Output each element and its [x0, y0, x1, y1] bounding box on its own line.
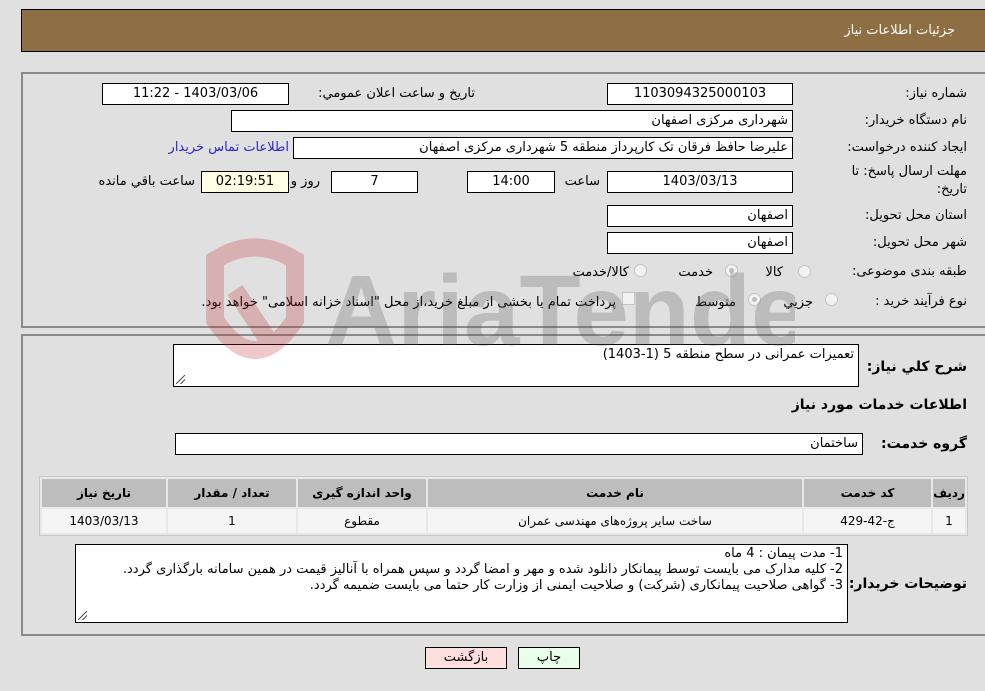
col-header-row-number: ردیف: [933, 479, 965, 507]
col-header-service-name: نام خدمت: [428, 479, 802, 507]
announce-label: تاریخ و ساعت اعلان عمومي:: [318, 86, 475, 101]
summary-label: شرح کلي نیاز:: [866, 359, 967, 375]
remaining-time-field: 02:19:51: [201, 171, 289, 193]
services-heading: اطلاعات خدمات مورد نیاز: [791, 397, 967, 413]
services-table: ردیف کد خدمت نام خدمت واحد اندازه گیری ت…: [39, 476, 968, 536]
buyer-contact-link[interactable]: اطلاعات تماس خریدار: [169, 140, 289, 155]
category-option-goods-service: کالا/خدمت: [572, 265, 629, 280]
cell-quantity: 1: [168, 509, 296, 533]
page-title: جزئیات اطلاعات نیاز: [844, 23, 955, 38]
buyer-note-3: 3- گواهی صلاحیت پیمانکاری (شرکت) و صلاحی…: [309, 578, 843, 593]
need-number-field: 1103094325000103: [607, 83, 793, 105]
province-field: اصفهان: [607, 205, 793, 227]
process-radio-minor[interactable]: [825, 293, 838, 306]
table-header-row: ردیف کد خدمت نام خدمت واحد اندازه گیری ت…: [42, 479, 965, 507]
province-label: استان محل تحویل:: [865, 208, 967, 223]
deadline-label-line2: تاریخ:: [936, 182, 967, 197]
process-option-medium: متوسط: [695, 295, 736, 310]
service-group-label: گروه خدمت:: [881, 436, 967, 452]
process-option-minor: جزيي: [783, 295, 813, 310]
deadline-date-field: 1403/03/13: [607, 171, 793, 193]
treasury-note: پرداخت تمام یا بخشی از مبلغ خرید،از محل …: [201, 295, 616, 310]
category-label: طبقه بندی موضوعی:: [851, 264, 967, 279]
city-field: اصفهان: [607, 232, 793, 254]
remaining-label: ساعت باقي مانده: [98, 174, 195, 189]
category-radio-goods[interactable]: [798, 265, 811, 278]
resize-handle-icon[interactable]: [78, 611, 87, 620]
cell-need-date: 1403/03/13: [42, 509, 166, 533]
summary-text: تعمیرات عمرانی در سطح منطقه 5 (1-1403): [602, 347, 854, 362]
creator-label: ایجاد کننده درخواست:: [847, 140, 967, 155]
col-header-need-date: تاریخ نیاز: [42, 479, 166, 507]
cell-row-number: 1: [933, 509, 965, 533]
process-radio-medium[interactable]: [748, 293, 761, 306]
buyer-notes-textarea[interactable]: 1- مدت پیمان : 4 ماه 2- کلیه مدارک می با…: [75, 544, 848, 623]
category-option-goods: کالا: [765, 265, 783, 280]
days-remaining-field: 7: [331, 171, 418, 193]
category-radio-service[interactable]: [725, 264, 738, 277]
city-label: شهر محل تحویل:: [872, 235, 967, 250]
cell-unit: مقطوع: [298, 509, 426, 533]
buyer-notes-label: توضیحات خریدار:: [848, 576, 967, 592]
print-button[interactable]: چاپ: [518, 647, 580, 669]
page-header: جزئیات اطلاعات نیاز: [21, 9, 985, 52]
buyer-note-2: 2- کلیه مدارک می بایست توسط پیمانکار دان…: [122, 562, 843, 577]
deadline-label-line1: مهلت ارسال پاسخ: تا: [851, 164, 967, 179]
col-header-service-code: کد خدمت: [804, 479, 931, 507]
buyer-note-1: 1- مدت پیمان : 4 ماه: [724, 546, 843, 561]
table-row: 1 ج-42-429 ساخت سایر پروژه‌های مهندسی عم…: [42, 509, 965, 533]
deadline-time-field: 14:00: [467, 171, 555, 193]
announce-datetime-field: 1403/03/06 - 11:22: [102, 83, 289, 105]
category-radio-goods-service[interactable]: [634, 264, 647, 277]
cell-service-name: ساخت سایر پروژه‌های مهندسی عمران: [428, 509, 802, 533]
creator-field: علیرضا حافظ فرقان تک کارپرداز منطقه 5 شه…: [293, 137, 793, 159]
category-option-service: خدمت: [678, 265, 713, 280]
buyer-org-label: نام دستگاه خریدار:: [864, 113, 967, 128]
treasury-checkbox[interactable]: [622, 292, 635, 305]
buyer-org-field: شهرداری مرکزی اصفهان: [231, 110, 793, 132]
deadline-time-label: ساعت: [564, 174, 600, 189]
summary-textarea[interactable]: تعمیرات عمرانی در سطح منطقه 5 (1-1403): [173, 344, 859, 387]
need-number-label: شماره نیاز:: [905, 86, 967, 101]
service-group-field: ساختمان: [175, 433, 863, 455]
back-button[interactable]: بازگشت: [425, 647, 507, 669]
col-header-unit: واحد اندازه گیری: [298, 479, 426, 507]
process-label: نوع فرآیند خرید :: [875, 294, 967, 309]
resize-handle-icon[interactable]: [176, 375, 185, 384]
days-label: روز و: [290, 174, 320, 189]
col-header-quantity: تعداد / مقدار: [168, 479, 296, 507]
cell-service-code: ج-42-429: [804, 509, 931, 533]
